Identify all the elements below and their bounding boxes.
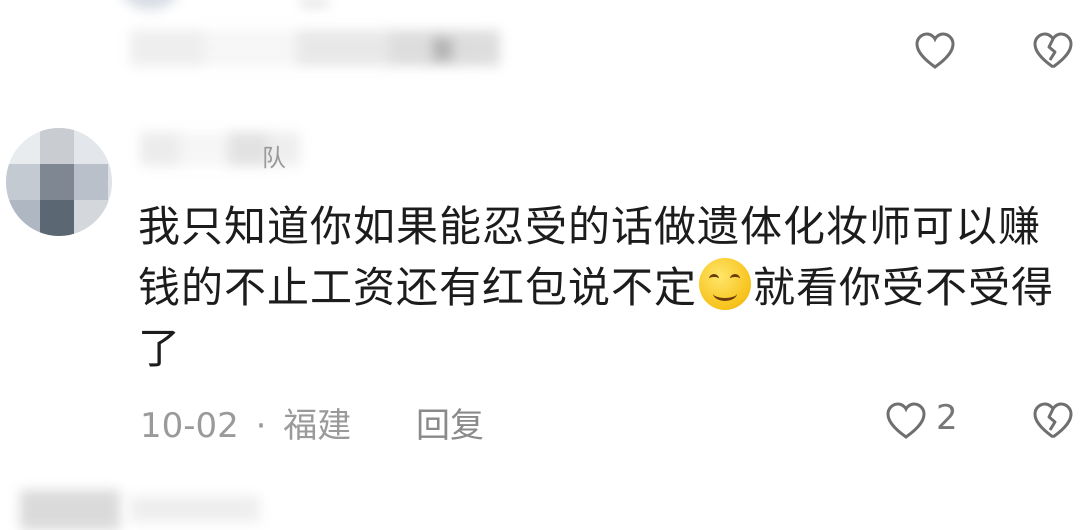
comment-date: 10-02 — [140, 406, 239, 446]
like-count: 2 — [936, 398, 958, 438]
comment-text: 我只知道你如果能忍受的话做遗体化妆师可以赚钱的不止工资还有红包说不定 就看你受不受… — [138, 196, 1080, 379]
avatar[interactable] — [6, 128, 112, 236]
comment-meta: 10-02 · 福建 — [140, 398, 351, 447]
heart-outline-icon[interactable] — [915, 32, 955, 72]
comment-location: 福建 — [283, 406, 352, 446]
top-comment-meta: 复 — [130, 30, 500, 66]
top-comment-username[interactable]: ... — [300, 0, 329, 13]
meta-separator: · — [255, 406, 267, 446]
top-comment-reply[interactable]: 复 — [430, 30, 456, 67]
username-suffix: 队 — [262, 144, 286, 172]
next-comment-username[interactable] — [130, 496, 260, 522]
heart-outline-icon[interactable] — [886, 402, 926, 442]
broken-heart-icon[interactable] — [1033, 402, 1073, 442]
reply-button[interactable]: 回复 — [416, 398, 484, 447]
broken-heart-icon[interactable] — [1033, 32, 1073, 72]
smile-emoji-icon — [699, 258, 752, 310]
top-comment-avatar[interactable] — [120, 0, 180, 10]
next-comment-avatar[interactable] — [20, 490, 120, 530]
